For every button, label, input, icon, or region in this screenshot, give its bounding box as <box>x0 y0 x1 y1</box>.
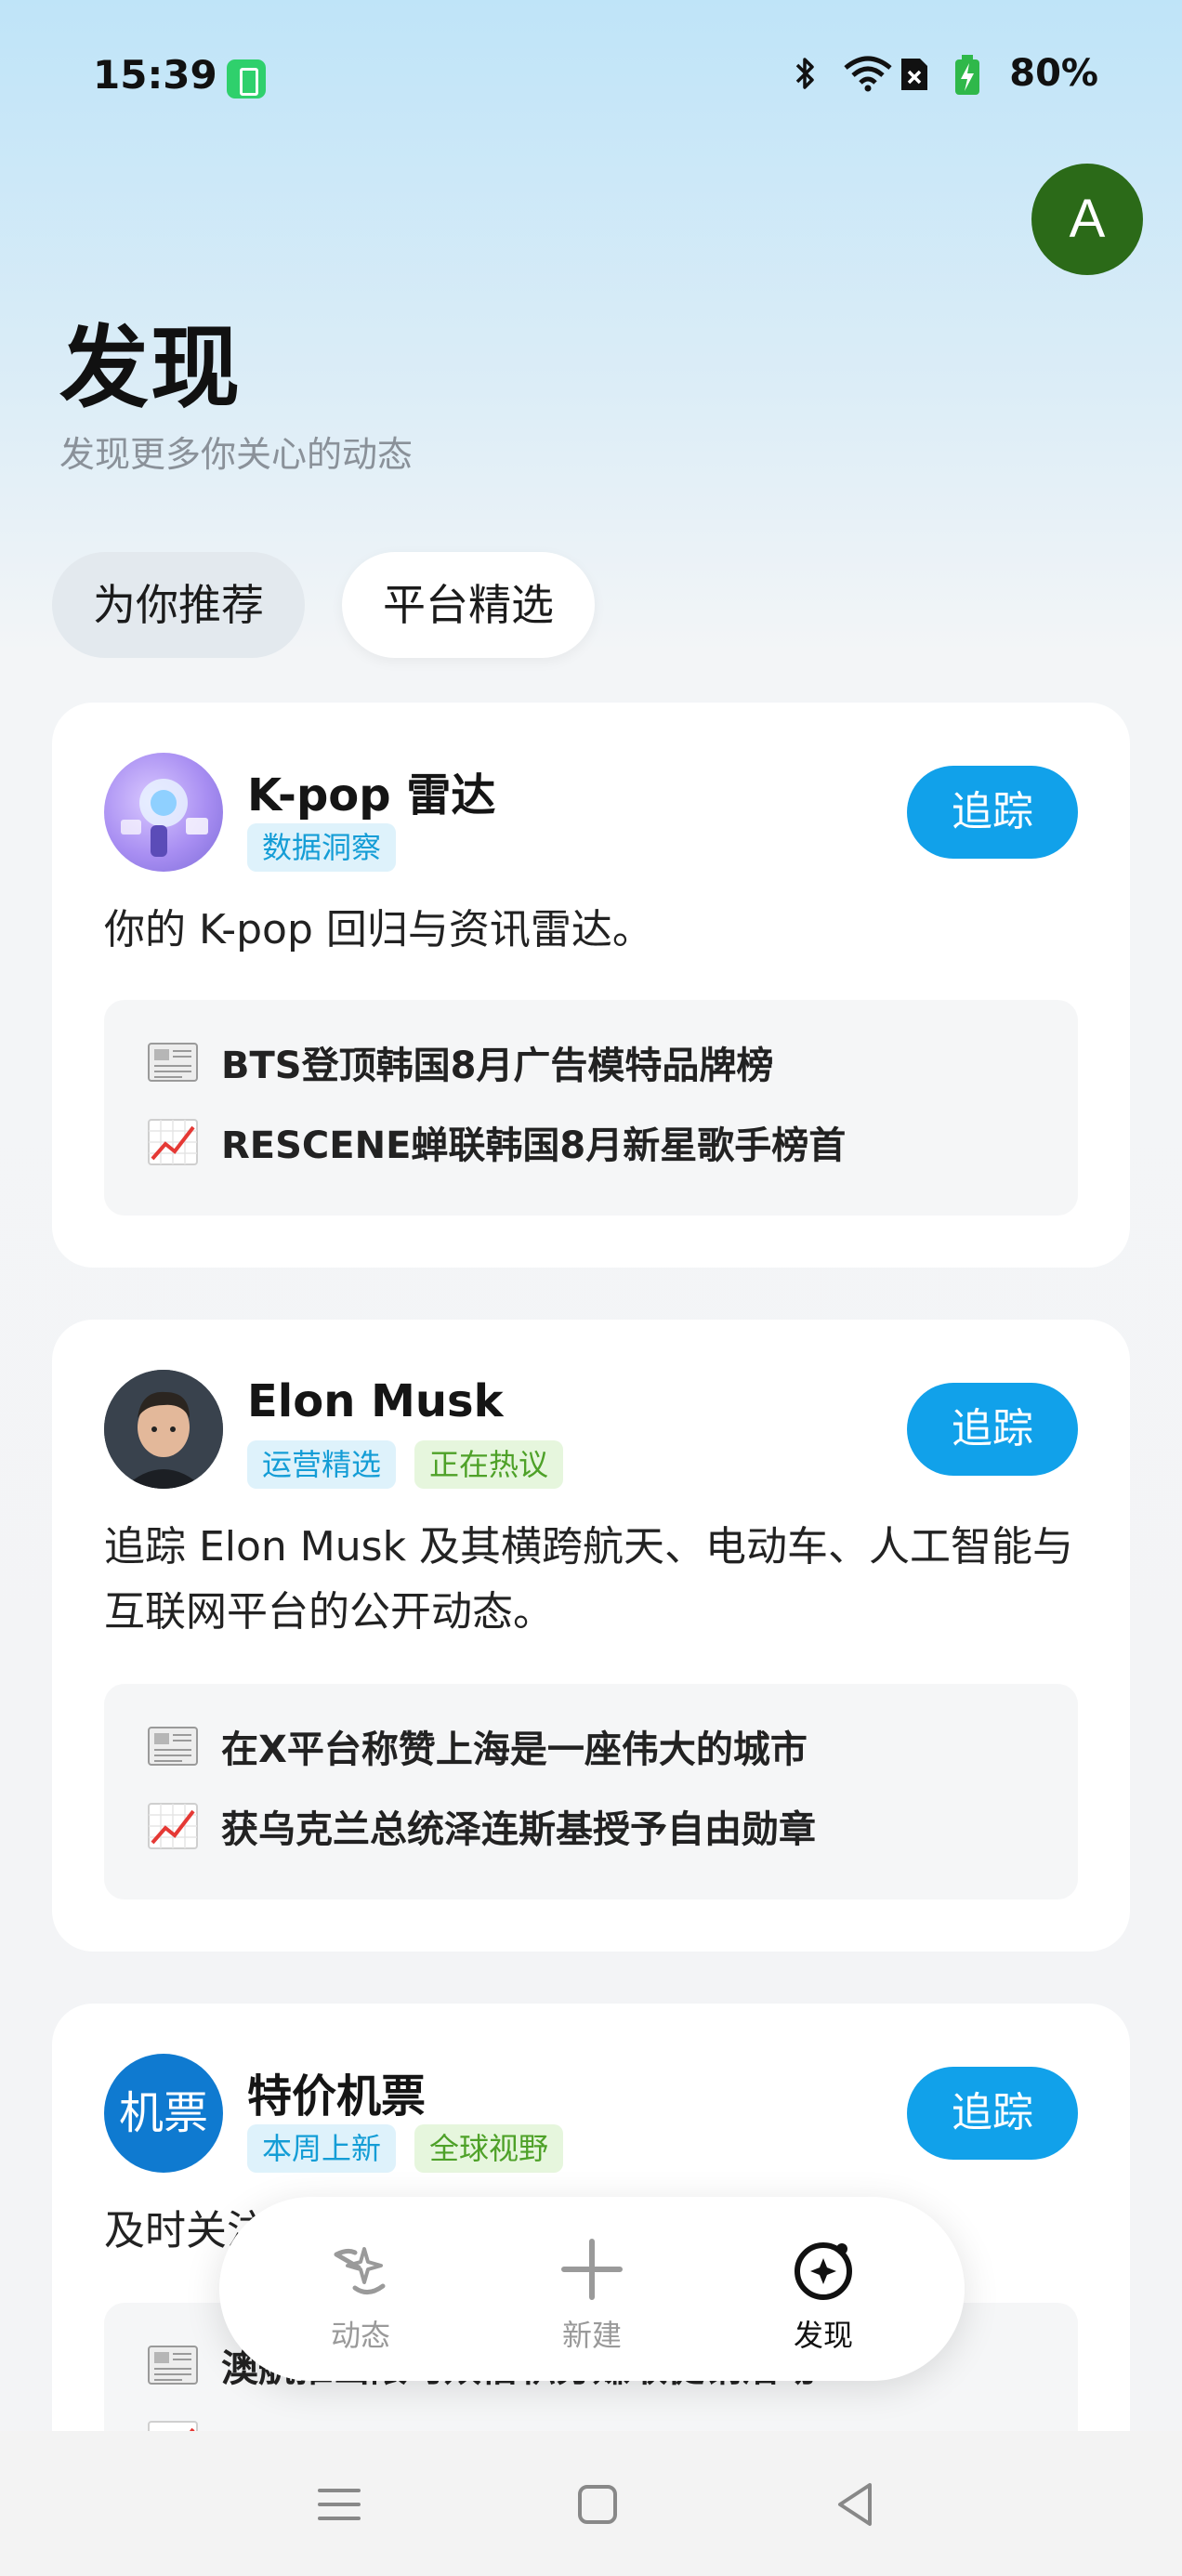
battery-percent: 80% <box>1009 52 1098 95</box>
tab-recommended[interactable]: 为你推荐 <box>52 552 305 658</box>
flight-deals-avatar: 机票 <box>104 2054 223 2173</box>
tag-row: 运营精选 正在热议 <box>247 1440 564 1489</box>
status-bar: 15:39 80% <box>0 0 1182 149</box>
system-nav-bar <box>0 2431 1182 2576</box>
news-text: 在X平台称赞上海是一座伟大的城市 <box>221 1728 808 1771</box>
compass-sparkle-icon <box>795 2242 852 2300</box>
topic-card-elon-musk[interactable]: Elon Musk 运营精选 正在热议 追踪 追踪 Elon Musk 及其横跨… <box>52 1320 1130 1952</box>
tab-platform-picks[interactable]: 平台精选 <box>342 552 595 658</box>
tag-badge: 正在热议 <box>414 1440 564 1489</box>
nav-item-create[interactable]: 新建 <box>527 2236 657 2355</box>
profile-avatar[interactable]: A <box>1031 164 1143 275</box>
news-item[interactable]: RESCENE蝉联韩国8月新星歌手榜首 <box>145 1115 846 1169</box>
news-text: 获乌克兰总统泽连斯基授予自由勋章 <box>221 1808 816 1851</box>
news-item[interactable]: BTS登顶韩国8月广告模特品牌榜 <box>145 1035 773 1089</box>
nav-item-feed[interactable]: 动态 <box>296 2236 426 2355</box>
tag-badge: 全球视野 <box>414 2124 564 2173</box>
news-preview: BTS登顶韩国8月广告模特品牌榜 RESCENE蝉联韩国8月新星歌手榜首 <box>104 1000 1078 1216</box>
tag-row: 本周上新 全球视野 <box>247 2124 564 2173</box>
battery-charging-icon <box>953 55 991 95</box>
card-title: Elon Musk <box>247 1375 504 1427</box>
tag-row: 数据洞察 <box>247 823 397 872</box>
status-icons: 80% <box>786 52 1098 95</box>
wifi-icon <box>842 55 892 92</box>
follow-button[interactable]: 追踪 <box>907 2067 1078 2160</box>
tag-badge: 数据洞察 <box>247 823 397 872</box>
bluetooth-icon <box>786 55 823 92</box>
chart-up-icon <box>148 1803 198 1849</box>
nav-item-discover[interactable]: 发现 <box>758 2236 888 2355</box>
nav-label: 动态 <box>330 2318 390 2353</box>
news-text: BTS登顶韩国8月广告模特品牌榜 <box>221 1045 774 1087</box>
news-text: RESCENE蝉联韩国8月新星歌手榜首 <box>221 1124 847 1167</box>
card-title: K-pop 雷达 <box>247 769 496 821</box>
tag-badge: 本周上新 <box>247 2124 397 2173</box>
chart-up-icon <box>148 2421 198 2431</box>
card-description: 追踪 Elon Musk 及其横跨航天、电动车、人工智能与互联网平台的公开动态。 <box>104 1523 1074 1636</box>
page-subtitle: 发现更多你关心的动态 <box>59 434 414 475</box>
news-preview: 在X平台称赞上海是一座伟大的城市 获乌克兰总统泽连斯基授予自由勋章 <box>104 1684 1078 1899</box>
newspaper-icon <box>148 2346 198 2385</box>
back-icon[interactable] <box>823 2472 888 2537</box>
tag-badge: 运营精选 <box>247 1440 397 1489</box>
card-title: 特价机票 <box>247 2070 427 2123</box>
nav-label: 发现 <box>793 2318 853 2353</box>
status-time: 15:39 <box>93 52 217 98</box>
plus-icon <box>561 2239 623 2300</box>
newspaper-icon <box>148 1727 198 1766</box>
news-item[interactable] <box>145 2418 221 2431</box>
elon-musk-avatar <box>104 1370 223 1489</box>
newspaper-icon <box>148 1043 198 1082</box>
sparkle-arrow-icon <box>334 2247 386 2294</box>
chart-up-icon <box>148 1119 198 1165</box>
kpop-radar-avatar <box>104 753 223 872</box>
no-sim-icon <box>898 55 935 92</box>
battery-saver-icon <box>227 59 266 99</box>
follow-button[interactable]: 追踪 <box>907 766 1078 859</box>
nav-label: 新建 <box>561 2318 622 2353</box>
bottom-nav: 动态 新建 发现 <box>219 2197 965 2381</box>
topic-card-kpop[interactable]: K-pop 雷达 数据洞察 追踪 你的 K-pop 回归与资讯雷达。 BTS登顶… <box>52 703 1130 1268</box>
news-item[interactable]: 在X平台称赞上海是一座伟大的城市 <box>145 1719 808 1773</box>
card-description: 你的 K-pop 回归与资讯雷达。 <box>104 906 653 953</box>
follow-button[interactable]: 追踪 <box>907 1383 1078 1476</box>
news-item[interactable]: 获乌克兰总统泽连斯基授予自由勋章 <box>145 1799 816 1853</box>
menu-icon[interactable] <box>307 2472 372 2537</box>
page-title: 发现 <box>59 316 242 420</box>
discover-tabs: 为你推荐 平台精选 <box>52 552 595 658</box>
home-icon[interactable] <box>565 2472 630 2537</box>
